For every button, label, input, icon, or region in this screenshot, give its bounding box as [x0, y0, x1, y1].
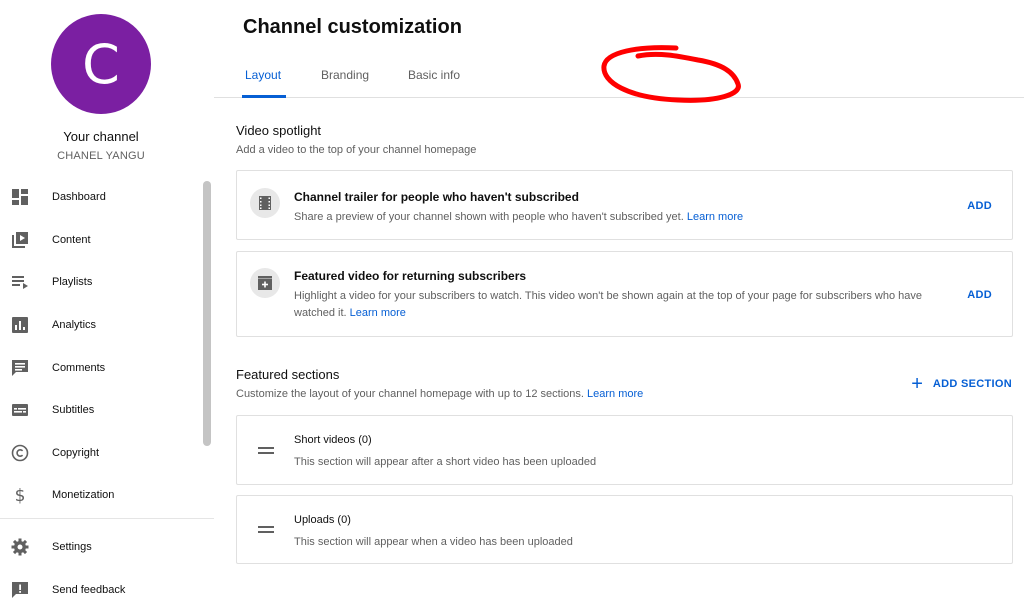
video-spotlight-title: Video spotlight	[236, 123, 322, 138]
page-title: Channel customization	[243, 16, 462, 38]
comments-icon	[10, 358, 30, 378]
analytics-icon	[10, 315, 30, 335]
sidebar-item-analytics[interactable]: Analytics	[0, 304, 202, 347]
section-description: This section will appear after a short v…	[294, 456, 597, 468]
svg-text:$: $	[15, 486, 26, 504]
featured-sections-title: Featured sections	[236, 367, 340, 382]
video-spotlight-description: Add a video to the top of your channel h…	[236, 144, 477, 156]
card-title: Channel trailer for people who haven't s…	[294, 190, 579, 204]
add-trailer-button[interactable]: ADD	[967, 200, 992, 212]
sidebar-item-label: Send feedback	[52, 583, 126, 596]
dashboard-icon	[10, 187, 30, 207]
plus-icon: +	[911, 373, 923, 395]
add-section-button[interactable]: + ADD SECTION	[911, 373, 1012, 395]
main-content: Channel customization Layout Branding Ba…	[214, 0, 1024, 608]
section-count: (0)	[358, 434, 372, 446]
drag-handle-icon[interactable]	[258, 526, 274, 534]
tab-layout[interactable]: Layout	[245, 68, 281, 82]
add-featured-video-button[interactable]: ADD	[967, 289, 992, 301]
copyright-icon	[10, 443, 30, 463]
film-icon	[250, 188, 280, 218]
section-title: Short videos (0)	[294, 434, 372, 446]
channel-name: CHANEL YANGU	[57, 150, 145, 162]
sidebar-item-monetization[interactable]: $ Monetization	[0, 474, 202, 517]
sidebar-item-label: Settings	[52, 541, 92, 554]
card-description: Highlight a video for your subscribers t…	[294, 288, 964, 322]
card-title: Featured video for returning subscribers	[294, 269, 527, 283]
active-tab-indicator	[242, 95, 286, 98]
gear-icon	[10, 537, 30, 557]
sidebar-item-copyright[interactable]: Copyright	[0, 432, 202, 475]
sidebar-item-comments[interactable]: Comments	[0, 346, 202, 389]
playlists-icon	[10, 272, 30, 292]
section-count: (0)	[337, 514, 351, 526]
featured-sections-description-text: Customize the layout of your channel hom…	[236, 388, 584, 400]
section-description: This section will appear when a video ha…	[294, 536, 573, 548]
sidebar: C Your channel CHANEL YANGU Dashboard Co…	[0, 0, 214, 608]
sidebar-item-label: Dashboard	[52, 191, 106, 204]
sidebar-item-content[interactable]: Content	[0, 219, 202, 262]
section-name: Uploads	[294, 514, 335, 526]
content-icon	[10, 230, 30, 250]
sidebar-bottom-nav: Settings Send feedback	[0, 526, 202, 608]
sidebar-item-label: Subtitles	[52, 404, 95, 417]
sidebar-item-settings[interactable]: Settings	[0, 526, 202, 569]
tab-basic-info[interactable]: Basic info	[408, 68, 460, 82]
sidebar-item-label: Monetization	[52, 489, 115, 502]
sidebar-item-label: Copyright	[52, 446, 100, 459]
sidebar-item-label: Comments	[52, 361, 106, 374]
tab-branding[interactable]: Branding	[321, 68, 369, 82]
subtitles-icon	[10, 400, 30, 420]
sidebar-item-send-feedback[interactable]: Send feedback	[0, 569, 202, 608]
channel-trailer-card: Channel trailer for people who haven't s…	[236, 170, 1013, 240]
card-description: Share a preview of your channel shown wi…	[294, 209, 964, 226]
sidebar-divider	[0, 518, 214, 519]
learn-more-link[interactable]: Learn more	[687, 211, 743, 223]
card-description-text: Share a preview of your channel shown wi…	[294, 211, 684, 223]
sidebar-nav: Dashboard Content Playlists Analytics Co…	[0, 176, 202, 517]
monetization-icon: $	[10, 485, 30, 505]
featured-section-uploads: Uploads (0) This section will appear whe…	[236, 495, 1013, 564]
sidebar-item-playlists[interactable]: Playlists	[0, 261, 202, 304]
your-channel-label: Your channel	[63, 129, 139, 144]
section-name: Short videos	[294, 434, 356, 446]
featured-video-card: Featured video for returning subscribers…	[236, 251, 1013, 337]
tab-bar: Layout Branding Basic info	[214, 62, 1024, 98]
sidebar-scrollbar[interactable]	[203, 181, 211, 446]
sidebar-item-label: Analytics	[52, 319, 97, 332]
avatar-letter: C	[82, 32, 120, 96]
featured-sections-description: Customize the layout of your channel hom…	[236, 388, 643, 400]
avatar[interactable]: C	[51, 14, 151, 114]
learn-more-link[interactable]: Learn more	[350, 307, 406, 319]
sidebar-item-dashboard[interactable]: Dashboard	[0, 176, 202, 219]
sidebar-item-subtitles[interactable]: Subtitles	[0, 389, 202, 432]
sidebar-item-label: Playlists	[52, 276, 93, 289]
sidebar-item-label: Content	[52, 233, 91, 246]
learn-more-link[interactable]: Learn more	[587, 388, 643, 400]
add-section-label: ADD SECTION	[932, 378, 1012, 390]
featured-video-icon	[250, 268, 280, 298]
drag-handle-icon[interactable]	[258, 447, 274, 455]
featured-section-short-videos: Short videos (0) This section will appea…	[236, 415, 1013, 485]
feedback-icon	[10, 580, 30, 600]
section-title: Uploads (0)	[294, 514, 351, 526]
